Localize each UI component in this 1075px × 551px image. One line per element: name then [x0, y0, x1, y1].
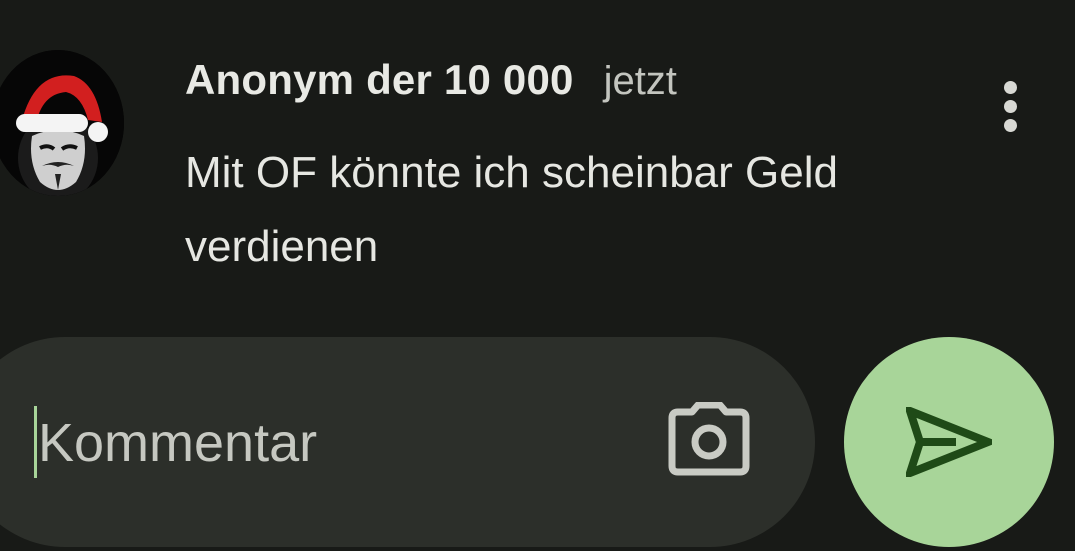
more-vert-icon-dot: [1003, 118, 1017, 132]
send-button[interactable]: [844, 337, 1054, 547]
santa-hat-mask-avatar-icon: [0, 50, 124, 196]
more-options-button[interactable]: [988, 76, 1032, 136]
user-avatar[interactable]: [0, 50, 124, 196]
comment-body: Mit OF könnte ich scheinbar Geld verdien…: [185, 148, 838, 271]
more-vert-icon: [1003, 80, 1017, 94]
camera-button[interactable]: [668, 402, 750, 476]
comment-header: Anonym der 10 000 jetzt: [185, 56, 677, 104]
camera-icon: [668, 402, 750, 476]
comment-input[interactable]: [38, 398, 638, 488]
comment-timestamp: jetzt: [603, 59, 677, 103]
send-icon: [906, 407, 992, 477]
more-vert-icon-dot: [1003, 99, 1017, 113]
comment-author[interactable]: Anonym der 10 000: [185, 56, 574, 104]
comment-screen: Anonym der 10 000 jetzt Mit OF könnte ic…: [0, 0, 1075, 551]
text-cursor: [34, 406, 37, 478]
